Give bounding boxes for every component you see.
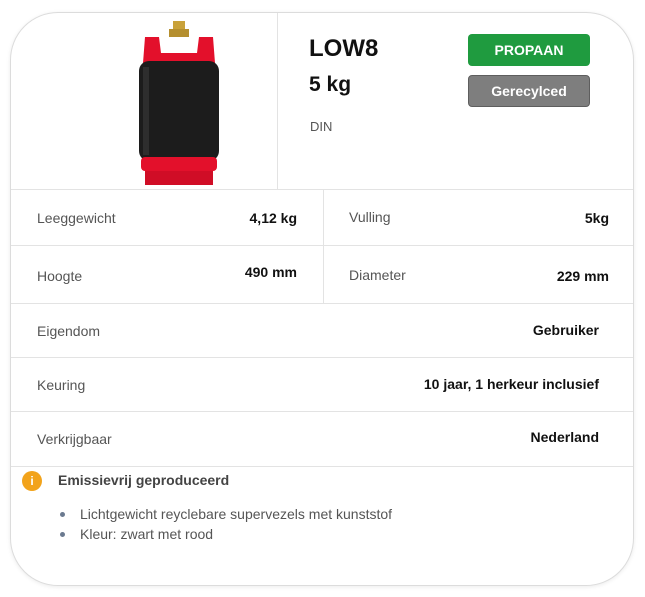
product-norm: DIN xyxy=(310,119,333,134)
spec-label-keuring: Keuring xyxy=(37,377,86,393)
spec-value-hoogte: 490 mm xyxy=(244,264,297,280)
list-item: Kleur: zwart met rood xyxy=(58,524,392,544)
product-card: LOW8 5 kg DIN PROPAAN Gerecylced Leeggew… xyxy=(10,12,634,586)
spec-label-hoogte: Hoogte xyxy=(37,268,83,284)
spec-row: Leeggewicht 4,12 kg Vulling 5kg xyxy=(11,189,633,246)
propaan-button[interactable]: PROPAAN xyxy=(468,34,590,66)
spec-value-keuring: 10 jaar, 1 herkeur inclusief xyxy=(423,376,599,392)
header-divider xyxy=(277,13,278,189)
product-title: LOW8 xyxy=(309,35,379,62)
spec-row: Hoogte 490 mm Diameter 229 mm xyxy=(11,245,633,304)
spec-value-diameter: 229 mm xyxy=(556,268,609,284)
product-weight: 5 kg xyxy=(309,73,352,96)
gas-cylinder-image xyxy=(131,17,227,187)
spec-value-vulling: 5kg xyxy=(584,210,609,226)
gerecycled-button[interactable]: Gerecylced xyxy=(468,75,590,107)
spec-divider xyxy=(323,246,324,304)
spec-value-leeggewicht: 4,12 kg xyxy=(249,210,297,226)
info-icon: i xyxy=(22,471,42,491)
product-header: LOW8 5 kg DIN PROPAAN Gerecylced xyxy=(11,13,633,189)
spec-label-verkrijgbaar: Verkrijgbaar xyxy=(37,431,112,447)
spec-label-vulling: Vulling xyxy=(349,209,391,225)
spec-label-eigendom: Eigendom xyxy=(37,323,101,339)
list-item: Lichtgewicht reyclebare supervezels met … xyxy=(58,504,392,524)
spec-value-eigendom: Gebruiker xyxy=(532,322,599,338)
spec-row: Verkrijgbaar Nederland xyxy=(11,411,633,467)
spec-row: Keuring 10 jaar, 1 herkeur inclusief xyxy=(11,357,633,412)
info-title: Emissievrij geproduceerd xyxy=(58,472,230,488)
spec-label-diameter: Diameter xyxy=(349,267,406,283)
spec-divider xyxy=(323,190,324,246)
spec-value-verkrijgbaar: Nederland xyxy=(530,429,599,445)
info-bullet-list: Lichtgewicht reyclebare supervezels met … xyxy=(58,504,392,544)
spec-label-leeggewicht: Leeggewicht xyxy=(37,210,116,226)
spec-row: Eigendom Gebruiker xyxy=(11,303,633,358)
